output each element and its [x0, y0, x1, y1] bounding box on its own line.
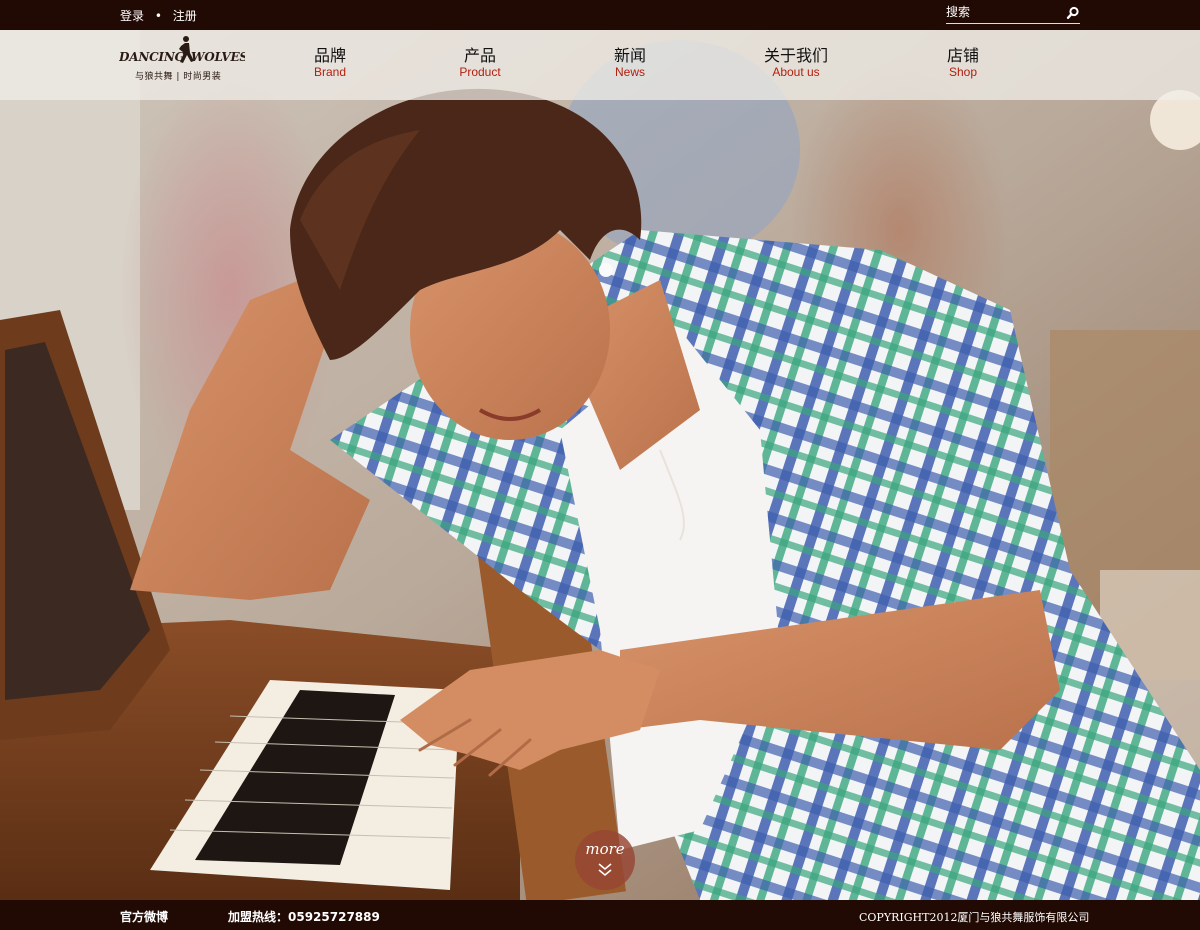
footer-bar: 官方微博 加盟热线：05925727889 COPYRIGHT2012厦门与狼共…: [0, 900, 1200, 930]
hotline-text: 加盟热线：05925727889: [228, 910, 380, 924]
search-input[interactable]: [946, 4, 1058, 20]
search-icon[interactable]: [1066, 5, 1080, 20]
dancer-logo-icon: [175, 35, 195, 73]
auth-links: 登录 • 注册: [120, 7, 197, 24]
nav-item-news[interactable]: 新闻 News: [610, 46, 650, 80]
nav-item-cn: 新闻: [613, 46, 646, 65]
weibo-link[interactable]: 官方微博: [120, 908, 168, 925]
auth-separator: •: [154, 9, 162, 23]
hero-illustration: [0, 30, 1200, 900]
more-button[interactable]: more: [575, 830, 635, 890]
nav-item-cn: 产品: [463, 46, 496, 65]
register-link[interactable]: 注册: [173, 7, 197, 24]
nav-item-en: News: [614, 65, 645, 79]
brand-logo[interactable]: DANCING WOLVES 与狼共舞 | 时尚男装: [118, 35, 249, 85]
nav-item-cn: 关于我们: [763, 46, 828, 65]
hero-photo: [0, 30, 1200, 900]
logo-subtitle: 与狼共舞 | 时尚男装: [135, 72, 222, 82]
main-nav-bar: DANCING WOLVES 与狼共舞 | 时尚男装 品牌 Brand 产品 P…: [0, 30, 1200, 100]
search-box: [946, 3, 1080, 24]
nav-item-en: Product: [459, 65, 501, 79]
nav-item-shop[interactable]: 店铺 Shop: [943, 46, 983, 80]
nav-item-cn: 店铺: [946, 46, 979, 65]
nav-item-en: About us: [772, 65, 820, 79]
copyright-text: COPYRIGHT2012厦门与狼共舞服饰有限公司: [859, 911, 1090, 924]
nav-item-brand[interactable]: 品牌 Brand: [310, 46, 350, 80]
nav-item-product[interactable]: 产品 Product: [455, 46, 505, 80]
nav-item-en: Shop: [948, 65, 978, 79]
nav-item-cn: 品牌: [313, 46, 346, 65]
svg-text:WOLVES: WOLVES: [191, 50, 245, 64]
nav-item-about-us[interactable]: 关于我们 About us: [760, 46, 832, 80]
nav-item-en: Brand: [313, 65, 347, 79]
chevron-down-icon: [597, 862, 613, 881]
login-link[interactable]: 登录: [120, 7, 144, 24]
more-label: more: [585, 840, 625, 858]
top-bar: 登录 • 注册: [0, 0, 1200, 30]
